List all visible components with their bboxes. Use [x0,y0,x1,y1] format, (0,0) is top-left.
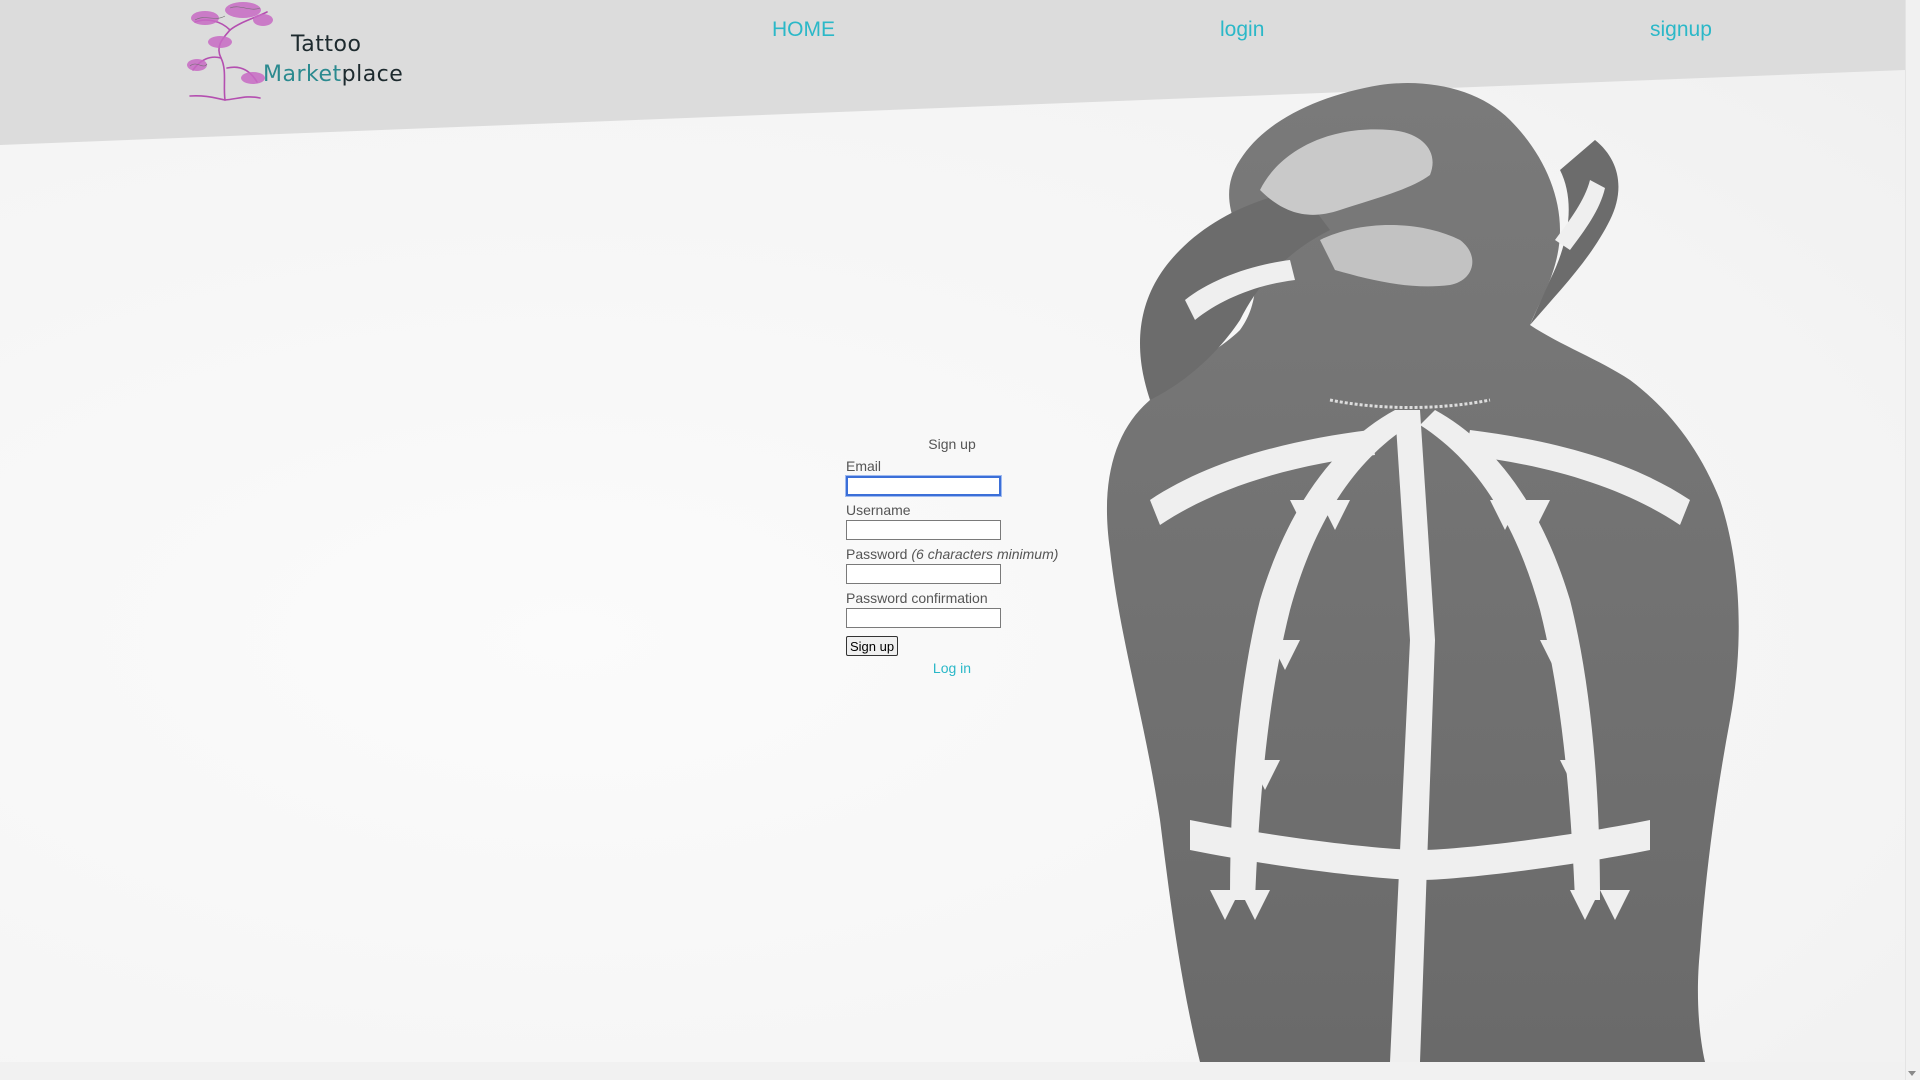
form-title: Sign up [928,436,976,452]
password-label: Password [846,546,908,562]
logo-text-line2: Marketplace [263,62,403,87]
nav-login-link[interactable]: login [1220,18,1264,42]
logo-text-place: place [341,62,404,87]
log-in-link[interactable]: Log in [846,658,1058,678]
tattooed-back-image [1106,83,1739,1062]
signup-form: Sign up Email Username Password (6 chara… [846,434,1066,678]
username-field[interactable] [846,520,1001,540]
logo-text-line1: Tattoo [291,32,362,57]
password-confirmation-label: Password confirmation [846,590,988,606]
sign-up-button[interactable]: Sign up [846,636,899,656]
username-label: Username [846,502,911,518]
scroll-down-arrow-icon[interactable] [1908,1071,1916,1076]
email-field[interactable] [846,476,1001,496]
email-label: Email [846,458,882,474]
password-label-row: Password (6 characters minimum) [846,544,1066,564]
vertical-scrollbar[interactable] [1905,0,1920,1080]
site-logo[interactable]: Tattoo Marketplace [185,0,403,102]
bonsai-tree-icon [187,2,273,101]
logo-text-market: Market [263,62,342,87]
password-field[interactable] [846,564,1001,584]
horizontal-scroll-area [0,1062,1905,1080]
password-confirmation-field[interactable] [846,608,1001,628]
nav-home-link[interactable]: HOME [772,18,835,42]
password-hint: (6 characters minimum) [911,546,1059,562]
nav-signup-link[interactable]: signup [1650,18,1712,42]
